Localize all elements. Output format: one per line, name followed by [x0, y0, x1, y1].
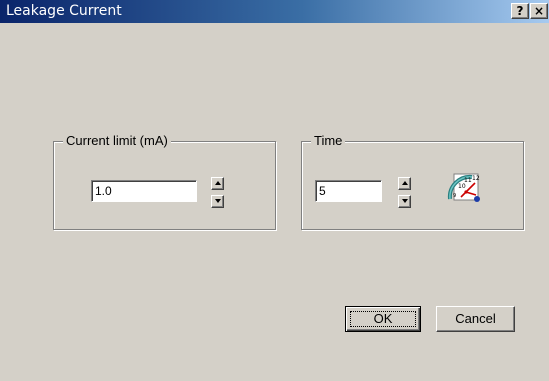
- help-button[interactable]: ?: [511, 3, 529, 19]
- leakage-current-dialog: Leakage Current ? × Current limit (mA) 1…: [0, 0, 549, 381]
- ok-button[interactable]: OK: [345, 306, 421, 332]
- cancel-button[interactable]: Cancel: [436, 306, 515, 332]
- window-title: Leakage Current: [6, 3, 122, 19]
- svg-text:10: 10: [458, 183, 466, 190]
- title-bar[interactable]: Leakage Current ? ×: [0, 0, 549, 23]
- current-limit-spin-down[interactable]: [211, 195, 224, 208]
- cancel-button-label: Cancel: [455, 311, 496, 326]
- clock-gauge-icon: 11 12 10 9: [447, 173, 480, 202]
- current-limit-input[interactable]: 1.0: [91, 180, 197, 202]
- time-input[interactable]: 5: [315, 180, 382, 202]
- arrow-up-icon: [402, 181, 408, 185]
- svg-text:12: 12: [472, 175, 480, 182]
- svg-text:9: 9: [453, 193, 456, 199]
- time-spin-up[interactable]: [398, 177, 411, 190]
- current-limit-spin-up[interactable]: [211, 177, 224, 190]
- close-button[interactable]: ×: [530, 3, 548, 19]
- time-spin-down[interactable]: [398, 195, 411, 208]
- arrow-down-icon: [402, 199, 408, 203]
- ok-button-label: OK: [373, 311, 393, 326]
- arrow-up-icon: [215, 181, 221, 185]
- time-label: Time: [311, 133, 346, 149]
- arrow-down-icon: [215, 199, 221, 203]
- current-limit-label: Current limit (mA): [63, 133, 171, 149]
